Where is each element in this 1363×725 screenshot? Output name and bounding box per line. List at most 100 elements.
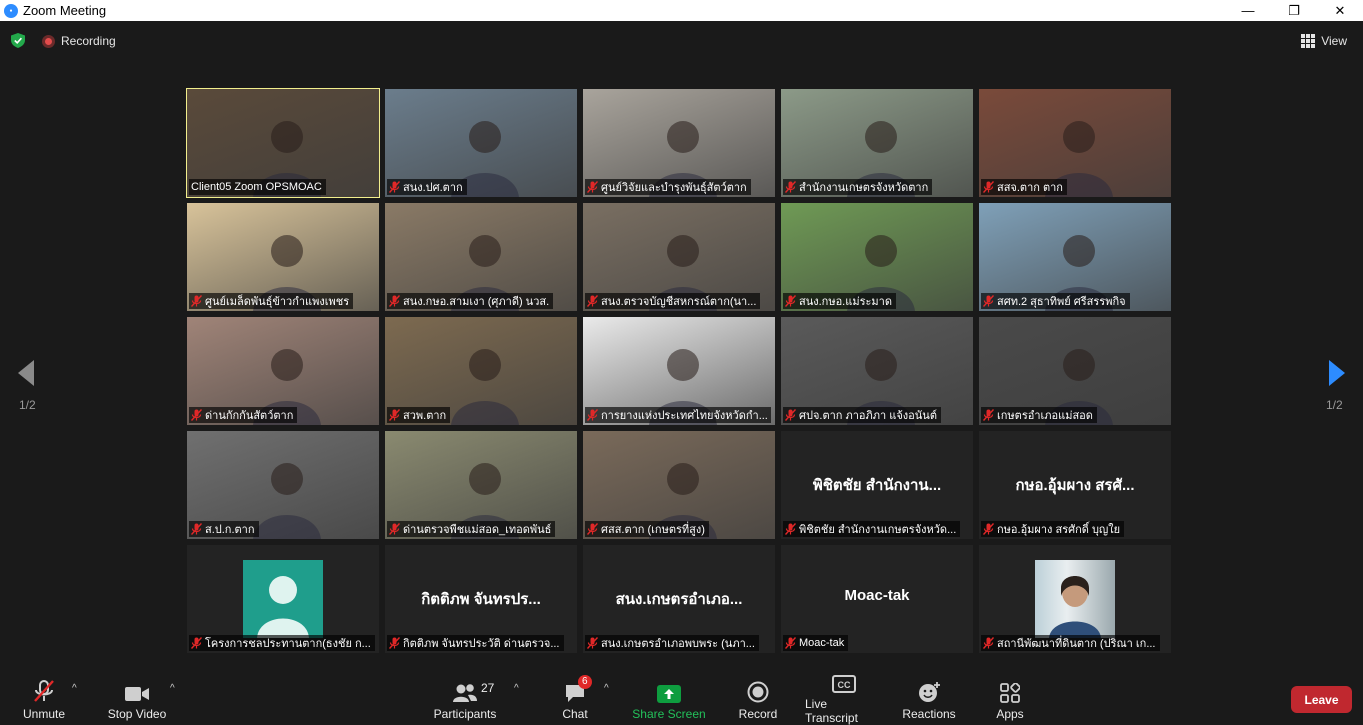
audio-options-chevron-icon[interactable]: ^ bbox=[72, 683, 77, 694]
participant-name-tag: สวพ.ตาก bbox=[387, 407, 451, 423]
maximize-button[interactable]: ❐ bbox=[1271, 0, 1317, 21]
leave-meeting-button[interactable]: Leave bbox=[1291, 686, 1352, 713]
participant-name: สนง.ตรวจบัญชีสหกรณ์ตาก(นา... bbox=[601, 296, 757, 308]
participant-name-tag: ศูนย์วิจัยและบำรุงพันธุ์สัตว์ตาก bbox=[585, 179, 751, 195]
participant-name: สสจ.ตาก ตาก bbox=[997, 182, 1063, 194]
participant-tile[interactable]: ส.ป.ก.ตาก bbox=[187, 431, 379, 539]
participant-tile[interactable]: โครงการชลประทานตาก(ธงชัย ก... bbox=[187, 545, 379, 653]
participant-tile[interactable]: สนง.ตรวจบัญชีสหกรณ์ตาก(นา... bbox=[583, 203, 775, 311]
muted-mic-icon bbox=[785, 181, 796, 193]
window-titlebar: ● Zoom Meeting — ❐ ✕ bbox=[0, 0, 1363, 21]
participant-tile[interactable]: สสจ.ตาก ตาก bbox=[979, 89, 1171, 197]
participant-tile[interactable]: ศูนย์เมล็ดพันธุ์ข้าวกำแพงเพชร bbox=[187, 203, 379, 311]
security-shield-icon[interactable] bbox=[11, 33, 25, 48]
participants-icon bbox=[452, 673, 478, 703]
participant-tile[interactable]: สศท.2 สุธาทิพย์ ศรีสรรพกิจ bbox=[979, 203, 1171, 311]
participant-tile[interactable]: สนง.ปศ.ตาก bbox=[385, 89, 577, 197]
view-button[interactable]: View bbox=[1301, 34, 1347, 48]
participant-name-tag: สนง.ปศ.ตาก bbox=[387, 179, 467, 195]
record-label: Record bbox=[738, 707, 778, 721]
stop-video-label: Stop Video bbox=[107, 707, 167, 721]
participant-tile[interactable]: Client05 Zoom OPSMOAC bbox=[186, 88, 380, 198]
participant-name-tag: สสจ.ตาก ตาก bbox=[981, 179, 1067, 195]
default-avatar-icon bbox=[243, 560, 323, 638]
participant-name: โครงการชลประทานตาก(ธงชัย ก... bbox=[205, 638, 371, 650]
muted-mic-icon bbox=[389, 637, 400, 649]
participant-tile[interactable]: สนง.เกษตรอำเภอ... สนง.เกษตรอำเภอพบพระ (นภ… bbox=[583, 545, 775, 653]
stop-video-button[interactable]: Stop Video bbox=[104, 665, 170, 725]
previous-page-arrow-icon[interactable] bbox=[16, 358, 36, 388]
participant-name-tag: สำนักงานเกษตรจังหวัดตาก bbox=[783, 179, 933, 195]
muted-mic-icon bbox=[191, 637, 202, 649]
apps-label: Apps bbox=[996, 707, 1024, 721]
muted-mic-icon bbox=[191, 523, 202, 535]
participant-tile[interactable]: เกษตรอำเภอแม่สอด bbox=[979, 317, 1171, 425]
recording-label: Recording bbox=[61, 34, 116, 48]
reactions-button[interactable]: Reactions bbox=[901, 665, 957, 725]
participant-name: สนง.เกษตรอำเภอพบพระ (นภา... bbox=[601, 638, 755, 650]
participant-name-tag: Moac-tak bbox=[783, 635, 849, 651]
participants-button[interactable]: Participants bbox=[432, 665, 498, 725]
muted-mic-icon bbox=[191, 409, 202, 421]
participant-name: สถานีพัฒนาที่ดินตาก (ปริณา เก... bbox=[997, 638, 1156, 650]
unmute-button[interactable]: Unmute bbox=[20, 665, 68, 725]
chat-button[interactable]: Chat 6 bbox=[556, 665, 594, 725]
participant-name: เกษตรอำเภอแม่สอด bbox=[997, 410, 1093, 422]
participant-tile[interactable]: กิตติภพ จันทรปร... กิตติภพ จันทรประวัติ ด… bbox=[385, 545, 577, 653]
emoji-reaction-icon bbox=[917, 673, 941, 703]
participant-name-tag: สนง.เกษตรอำเภอพบพระ (นภา... bbox=[585, 635, 759, 651]
next-page-arrow-icon[interactable] bbox=[1327, 358, 1347, 388]
participant-tile[interactable]: ศสส.ตาก (เกษตรที่สูง) bbox=[583, 431, 775, 539]
participants-label: Participants bbox=[433, 707, 497, 721]
participant-tile[interactable]: ด่านตรวจพืชแม่สอด_เทอดพันธ์ bbox=[385, 431, 577, 539]
chat-options-chevron-icon[interactable]: ^ bbox=[604, 683, 609, 694]
muted-mic-icon bbox=[983, 295, 994, 307]
participant-tile[interactable]: การยางแห่งประเทศไทยจังหวัดกำ... bbox=[583, 317, 775, 425]
recording-indicator[interactable]: Recording bbox=[42, 34, 116, 48]
participant-display-name: พิชิตชัย สำนักงาน... bbox=[812, 477, 942, 494]
participant-tile[interactable]: Moac-tak Moac-tak bbox=[781, 545, 973, 653]
participant-tile[interactable]: สนง.กษอ.สามเงา (ศุภาดี) นวส. bbox=[385, 203, 577, 311]
minimize-button[interactable]: — bbox=[1225, 0, 1271, 21]
apps-button[interactable]: Apps bbox=[994, 665, 1026, 725]
participant-name: ส.ป.ก.ตาก bbox=[205, 524, 255, 536]
live-transcript-button[interactable]: CC Live Transcript bbox=[805, 665, 883, 725]
participants-count: 27 bbox=[481, 681, 495, 695]
microphone-muted-icon bbox=[33, 673, 55, 703]
participant-name: สนง.กษอ.แม่ระมาด bbox=[799, 296, 892, 308]
participant-tile[interactable]: สถานีพัฒนาที่ดินตาก (ปริณา เก... bbox=[979, 545, 1171, 653]
page-indicator-left: 1/2 bbox=[19, 398, 36, 412]
participant-name-tag: ส.ป.ก.ตาก bbox=[189, 521, 259, 537]
participant-name: ด่านกักกันสัตว์ตาก bbox=[205, 410, 294, 422]
recording-dot-icon bbox=[42, 34, 55, 48]
muted-mic-icon bbox=[587, 409, 598, 421]
muted-mic-icon bbox=[983, 637, 994, 649]
muted-mic-icon bbox=[785, 637, 796, 649]
participant-name: ศปจ.ตาก ภาอภิภา แจ้งอนันต์ bbox=[799, 410, 937, 422]
closed-captions-icon: CC bbox=[832, 673, 856, 693]
participant-tile[interactable]: ศปจ.ตาก ภาอภิภา แจ้งอนันต์ bbox=[781, 317, 973, 425]
participant-name: สวพ.ตาก bbox=[403, 410, 447, 422]
participant-name-tag: กิตติภพ จันทรประวัติ ด่านตรวจ... bbox=[387, 635, 564, 651]
share-screen-button[interactable]: Share Screen bbox=[632, 665, 706, 725]
participant-name: สนง.กษอ.สามเงา (ศุภาดี) นวส. bbox=[403, 296, 550, 308]
participant-name-tag: สนง.ตรวจบัญชีสหกรณ์ตาก(นา... bbox=[585, 293, 761, 309]
record-icon bbox=[747, 673, 769, 703]
muted-mic-icon bbox=[785, 409, 796, 421]
participant-tile[interactable]: สำนักงานเกษตรจังหวัดตาก bbox=[781, 89, 973, 197]
unmute-label: Unmute bbox=[22, 707, 66, 721]
participant-name-tag: สศท.2 สุธาทิพย์ ศรีสรรพกิจ bbox=[981, 293, 1130, 309]
participants-options-chevron-icon[interactable]: ^ bbox=[514, 683, 519, 694]
participant-tile[interactable]: ด่านกักกันสัตว์ตาก bbox=[187, 317, 379, 425]
participant-tile[interactable]: กษอ.อุ้มผาง สรศั... กษอ.อุ้มผาง สรศักดิ์ … bbox=[979, 431, 1171, 539]
muted-mic-icon bbox=[587, 181, 598, 193]
participant-tile[interactable]: สนง.กษอ.แม่ระมาด bbox=[781, 203, 973, 311]
participant-tile[interactable]: ศูนย์วิจัยและบำรุงพันธุ์สัตว์ตาก bbox=[583, 89, 775, 197]
close-button[interactable]: ✕ bbox=[1317, 0, 1363, 21]
video-options-chevron-icon[interactable]: ^ bbox=[170, 683, 175, 694]
participant-tile[interactable]: พิชิตชัย สำนักงาน... พิชิตชัย สำนักงานเกษ… bbox=[781, 431, 973, 539]
participant-tile[interactable]: สวพ.ตาก bbox=[385, 317, 577, 425]
muted-mic-icon bbox=[389, 295, 400, 307]
record-button[interactable]: Record bbox=[737, 665, 779, 725]
participant-name: ศสส.ตาก (เกษตรที่สูง) bbox=[601, 524, 705, 536]
